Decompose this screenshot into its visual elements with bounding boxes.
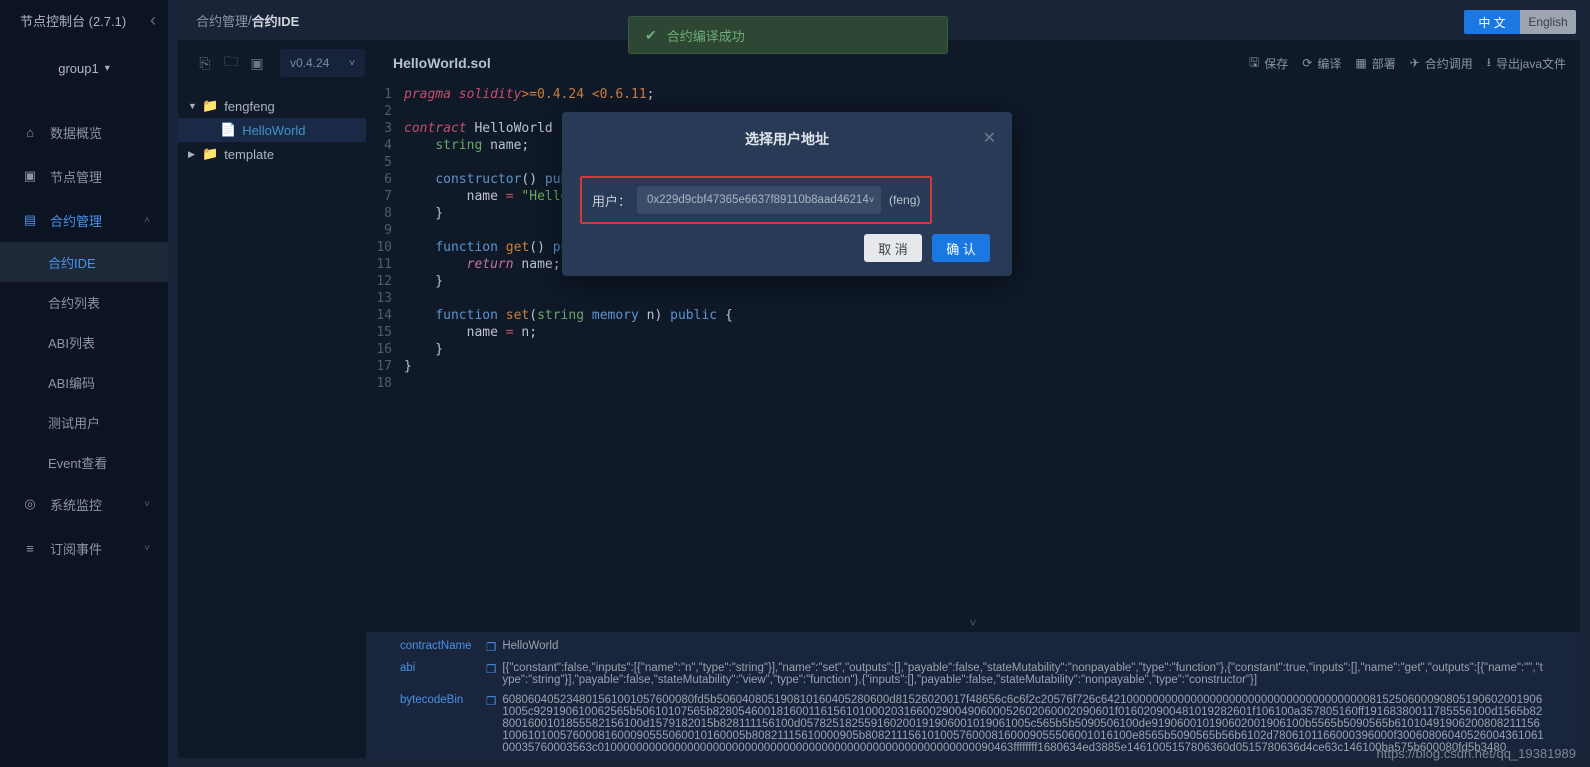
deploy-icon: ▦ [1355,56,1366,70]
group-select[interactable]: group1 ▾ [0,48,168,88]
copy-icon[interactable]: ❐ [486,694,496,754]
output-panel: contractName ❐ HelloWorld abi ❐ [{"const… [366,632,1580,758]
bytecode-label: bytecodeBin [400,694,486,754]
tree-folder-fengfeng[interactable]: ▼ 📁 fengfeng [178,94,366,118]
nav-sub-ide[interactable]: 合约IDE [0,242,168,282]
caret-down-icon: ˅ [349,58,355,69]
cube-icon: ▣ [22,168,38,184]
save-button[interactable]: 🖫保存 [1249,53,1288,74]
file-title: HelloWorld.sol [393,55,491,71]
bytecode-value: 608060405234801561001057600080fd5b506040… [502,694,1546,754]
save-icon: 🖫 [1249,53,1259,74]
compiler-version-select[interactable]: v0.4.24 ˅ [280,49,365,77]
new-folder-icon[interactable]: 🗀 [218,51,244,75]
contract-icon: ▤ [22,212,38,228]
sidebar-header: 节点控制台 (2.7.1) ‹ [0,0,168,40]
tree-folder-template[interactable]: ▶ 📁 template [178,142,366,166]
contractname-label: contractName [400,640,486,654]
arrow-right-icon: ▶ [188,149,202,160]
call-icon: ✈ [1410,56,1420,70]
success-alert: ✔ 合约编译成功 [628,16,948,54]
breadcrumb-current: 合约IDE [252,11,300,30]
main: 合约管理 / 合约IDE 中 文 English ⎘ 🗀 ▣ v0.4.24 ˅… [168,0,1590,767]
lang-switch: 中 文 English [1464,10,1576,34]
code-editor[interactable]: 123456789101112131415161718 pragma solid… [366,86,1580,616]
lang-zh-button[interactable]: 中 文 [1464,10,1520,34]
group-label: group1 [58,61,98,76]
nav-sub-abi-code[interactable]: ABI编码 [0,362,168,402]
nav-sub-list[interactable]: 合约列表 [0,282,168,322]
collapse-icon[interactable]: ‹ [150,10,156,31]
nav-sub-abi-list[interactable]: ABI列表 [0,322,168,362]
copy-icon[interactable]: ▣ [244,55,270,72]
breadcrumb-parent[interactable]: 合约管理 [196,11,248,30]
deploy-button[interactable]: ▦部署 [1355,53,1395,74]
compile-icon: ⟳ [1302,56,1312,70]
nav-sys-monitor[interactable]: ◎ 系统监控 ˅ [0,482,168,526]
nav-sub-events[interactable]: ≡ 订阅事件 ˅ [0,526,168,570]
arrow-down-icon: ▼ [188,101,202,111]
call-button[interactable]: ✈合约调用 [1410,53,1473,74]
export-button[interactable]: ⭳导出java文件 [1487,53,1566,74]
download-icon: ⭳ [1487,53,1491,74]
panel-toggle[interactable]: ˅ [366,616,1580,632]
sidebar: 节点控制台 (2.7.1) ‹ group1 ▾ ⌂ 数据概览 ▣ 节点管理 ▤… [0,0,168,767]
folder-icon: 📁 [202,98,218,114]
nav-sub-event[interactable]: Event查看 [0,442,168,482]
chevron-up-icon: ˄ [144,215,150,226]
rss-icon: ≡ [22,541,38,556]
folder-icon: 📁 [202,146,218,162]
alert-text: 合约编译成功 [667,26,745,45]
tree-file-helloworld[interactable]: 📄 HelloWorld [178,118,366,142]
new-file-icon[interactable]: ⎘ [192,55,218,72]
compile-button[interactable]: ⟳编译 [1302,53,1341,74]
gutter: 123456789101112131415161718 [366,86,398,616]
chevron-down-icon: ˅ [144,543,150,554]
lang-en-button[interactable]: English [1520,10,1576,34]
nav-sub-test-user[interactable]: 测试用户 [0,402,168,442]
abi-value: [{"constant":false,"inputs":[{"name":"n"… [502,662,1546,686]
caret-down-icon: ▾ [105,63,110,74]
nav-data-overview[interactable]: ⌂ 数据概览 [0,110,168,154]
home-icon: ⌂ [22,125,38,140]
contractname-value: HelloWorld [502,640,1546,654]
code-body[interactable]: pragma solidity>=0.4.24 <0.6.11; contrac… [398,86,1580,616]
monitor-icon: ◎ [22,496,38,512]
app-title: 节点控制台 (2.7.1) [20,11,126,30]
check-icon: ✔ [645,27,657,44]
nav-contract-mgmt[interactable]: ▤ 合约管理 ˄ [0,198,168,242]
content: ⎘ 🗀 ▣ v0.4.24 ˅ HelloWorld.sol 🖫保存 ⟳编译 ▦… [178,40,1580,758]
file-tree: ▼ 📁 fengfeng 📄 HelloWorld ▶ 📁 template [178,86,366,616]
copy-icon[interactable]: ❐ [486,662,496,686]
watermark: https://blog.csdn.net/qq_19381989 [1377,746,1577,761]
chevron-down-icon: ˅ [144,499,150,510]
copy-icon[interactable]: ❐ [486,640,496,654]
nav-node-mgmt[interactable]: ▣ 节点管理 [0,154,168,198]
file-icon: 📄 [220,122,236,138]
abi-label: abi [400,662,486,686]
